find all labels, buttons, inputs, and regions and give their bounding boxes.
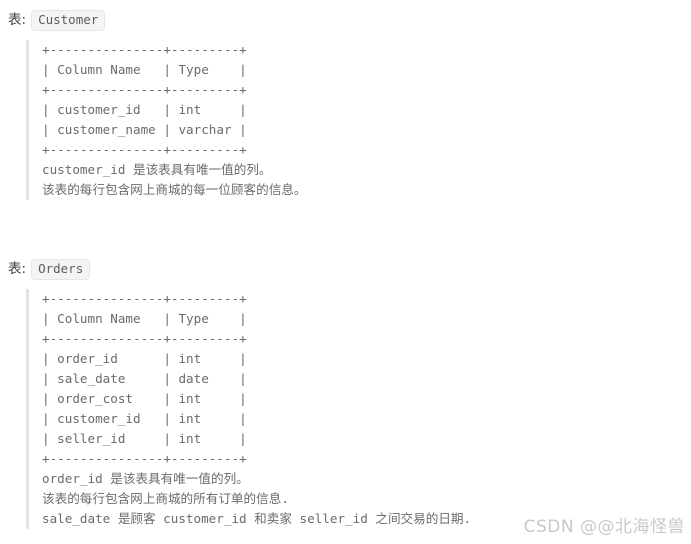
blockquote-bar: [26, 289, 29, 529]
blockquote-customer: +---------------+---------+ | Column Nam…: [26, 40, 306, 200]
document-page: 表: Customer +---------------+---------+ …: [0, 0, 691, 544]
table-name-chip-customer: Customer: [31, 10, 106, 31]
ascii-schema-table-orders: +---------------+---------+ | Column Nam…: [42, 291, 247, 466]
table-name-chip-orders: Orders: [31, 259, 91, 280]
ascii-schema-table-customer: +---------------+---------+ | Column Nam…: [42, 42, 247, 157]
description-line: sale_date 是顾客 customer_id 和卖家 seller_id …: [42, 511, 472, 526]
csdn-watermark: CSDN @@北海怪兽: [523, 517, 685, 537]
table-heading-label: 表:: [8, 260, 27, 277]
description-line: order_id 是该表具有唯一值的列。: [42, 471, 249, 486]
description-line: customer_id 是该表具有唯一值的列。: [42, 162, 272, 177]
blockquote-bar: [26, 40, 29, 200]
blockquote-orders: +---------------+---------+ | Column Nam…: [26, 289, 471, 529]
description-line: 该表的每行包含网上商城的每一位顾客的信息。: [42, 182, 307, 197]
description-line: 该表的每行包含网上商城的所有订单的信息.: [42, 491, 289, 506]
table-heading-customer: 表: Customer: [8, 10, 106, 31]
table-heading-label: 表:: [8, 11, 27, 28]
table-heading-orders: 表: Orders: [8, 259, 91, 280]
